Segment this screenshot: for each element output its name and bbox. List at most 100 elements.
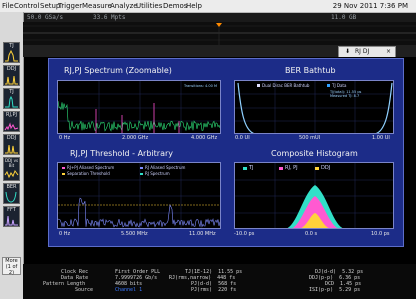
histogram-legend-rjpj: RJ, PJ — [285, 165, 298, 171]
tab-arrow-icon: ⬇ — [345, 48, 351, 55]
memory-depth: 33.6 Mpts — [93, 14, 126, 21]
bathtub-legend-tj-data: TJ Data — [332, 83, 347, 88]
spectrum-x-tick: 4.000 GHz — [191, 135, 218, 141]
tab-rj-dj[interactable]: ⬇ RJ DJ × — [338, 46, 396, 57]
legend-swatch-rj-spectrum — [140, 173, 143, 175]
bar-graph-icon — [4, 169, 19, 179]
spectrum-note: Transitions: 4.00 M — [184, 84, 217, 88]
sidebar-button-tj-2[interactable]: TJ — [3, 88, 20, 109]
more-page-indicator: (1 of 2) — [5, 264, 18, 276]
threshold-x-tick: 5.500 MHz — [121, 231, 148, 237]
legend-swatch-tj-data — [327, 84, 330, 87]
fft-icon — [5, 215, 18, 226]
tab-label: RJ DJ — [355, 48, 370, 55]
bathtub-plot[interactable]: Dual Dirac BER Bathtub TJ Data TJ(total)… — [234, 80, 394, 134]
bathtub-legend-dual-dirac: Dual Dirac BER Bathtub — [262, 83, 310, 88]
analysis-sidebar: TJ DDJ TJ RJ,PJ DDJ DDJ vs Bit BER FFT M… — [0, 12, 24, 299]
waveform-overview[interactable] — [23, 22, 416, 45]
threshold-x-tick: 11.00 MHz — [189, 231, 216, 237]
legend-swatch-dual-dirac — [257, 84, 260, 87]
bathtub-x-tick: 0.0 UI — [235, 135, 250, 141]
sidebar-button-label: TJ — [9, 43, 14, 49]
sidebar-button-ber[interactable]: BER — [3, 183, 20, 204]
bathtub-note-2: Measured TJ: 8.7 — [330, 94, 360, 98]
source-channel-link[interactable]: Channel 1 — [115, 287, 142, 293]
bathtub-right-curve — [375, 82, 393, 133]
spectrum-x-tick: 2.000 GHz — [122, 135, 149, 141]
histogram-plot[interactable]: TJ RJ, PJ DDJ — [234, 162, 394, 229]
threshold-plot[interactable]: RJ+PJ Aliased Spectrum RJ Aliased Spectr… — [57, 162, 221, 229]
threshold-legend-rj-spectrum: RJ Spectrum — [145, 171, 170, 176]
sidebar-button-fft[interactable]: FFT — [3, 206, 20, 227]
bathtub-icon — [5, 191, 17, 203]
histogram-icon — [5, 96, 18, 108]
spectrum-svg — [58, 81, 220, 133]
bathtub-left-curve — [237, 82, 255, 133]
sample-rate: 50.0 GSa/s — [27, 14, 64, 21]
spurs — [95, 103, 180, 133]
threshold-legend-separation: Separation Threshold — [67, 171, 110, 176]
legend-swatch-rjpj — [279, 167, 283, 170]
readout-jitter: PJ(rms) 220 fs — [191, 287, 237, 293]
spectrum-x-tick: 0 Hz — [59, 135, 71, 141]
spectrum-plot[interactable]: Transitions: 4.00 M — [57, 80, 221, 134]
histogram-icon — [5, 50, 18, 62]
more-button[interactable]: More (1 of 2) — [2, 257, 21, 276]
menu-trigger[interactable]: Trigger — [58, 2, 82, 10]
trigger-marker-icon — [216, 23, 222, 27]
overview-graticule — [23, 22, 416, 45]
legend-swatch-tj — [243, 167, 247, 170]
threshold-trace — [58, 197, 220, 228]
clock-datetime: 29 Nov 2011 7:36 PM — [332, 2, 408, 10]
tab-close-icon[interactable]: × — [386, 47, 391, 57]
acquisition-bar: 50.0 GSa/s 33.6 Mpts 11.0 GB — [23, 13, 416, 22]
menu-file[interactable]: File — [2, 2, 14, 10]
histogram-x-tick: 10.0 ps — [371, 231, 390, 237]
menu-analyze[interactable]: Analyze — [110, 2, 138, 10]
sidebar-button-rjpj[interactable]: RJ,PJ — [3, 111, 20, 132]
sidebar-button-label: BER — [6, 184, 17, 190]
sidebar-button-label: TJ — [9, 89, 14, 95]
sidebar-button-tj[interactable]: TJ — [3, 42, 20, 63]
legend-swatch-threshold — [62, 173, 65, 175]
histogram-icon — [5, 75, 18, 85]
histogram-legend-tj: TJ — [249, 165, 254, 171]
sidebar-button-label: RJ,PJ — [5, 112, 18, 118]
spectrum-icon — [4, 122, 19, 131]
threshold-legend-rjpj: RJ+PJ Aliased Spectrum — [67, 165, 115, 170]
histogram-x-tick: 0.0 s — [305, 231, 318, 237]
menu-utilities[interactable]: Utilities — [136, 2, 162, 10]
menu-help[interactable]: Help — [186, 2, 202, 10]
bathtub-svg — [235, 81, 393, 133]
sidebar-button-label: DDJ vs Bit — [4, 158, 19, 168]
readout-deterministic: ISI(p-p) 5.29 ps — [309, 287, 361, 293]
sidebar-button-ddj-vs-bit[interactable]: DDJ vs Bit — [3, 157, 20, 181]
rj-dj-analysis-window: RJ,PJ Spectrum (Zoomable) Transitions: 4… — [48, 58, 404, 247]
sidebar-button-label: DDJ — [6, 135, 17, 141]
results-readout: Clock Rec Data Rate Pattern Length Sourc… — [23, 264, 416, 299]
histogram-icon — [5, 144, 18, 154]
sidebar-button-label: DDJ — [6, 66, 17, 72]
menu-measure[interactable]: Measure — [82, 2, 112, 10]
spectrum-trace — [58, 100, 220, 132]
bathtub-x-tick: 500 mUI — [299, 135, 321, 141]
timebase-scale: 11.0 GB — [331, 14, 357, 21]
tab-strip: ⬇ RJ DJ × — [23, 45, 416, 57]
legend-swatch-rjpj-aliased — [62, 167, 65, 169]
menu-bar: File Control Setup Trigger Measure Analy… — [0, 0, 416, 13]
menu-control[interactable]: Control — [14, 2, 39, 10]
bathtub-title: BER Bathtub — [285, 66, 336, 75]
threshold-x-tick: 0 Hz — [59, 231, 71, 237]
histogram-legend-ddj: DDJ — [321, 165, 331, 171]
menu-demos[interactable]: Demos — [163, 2, 187, 10]
bathtub-x-tick: 1.00 UI — [372, 135, 390, 141]
sidebar-button-ddj-2[interactable]: DDJ — [3, 134, 20, 155]
legend-swatch-ddj — [315, 167, 319, 170]
readout-label: Source — [75, 287, 94, 293]
legend-swatch-rj-aliased — [140, 167, 143, 169]
sidebar-button-label: FFT — [7, 207, 16, 213]
histogram-x-tick: -10.0 ps — [234, 231, 255, 237]
spectrum-title: RJ,PJ Spectrum (Zoomable) — [64, 66, 172, 75]
threshold-title: RJ,PJ Threshold - Arbitrary — [70, 149, 173, 158]
sidebar-button-ddj[interactable]: DDJ — [3, 65, 20, 86]
